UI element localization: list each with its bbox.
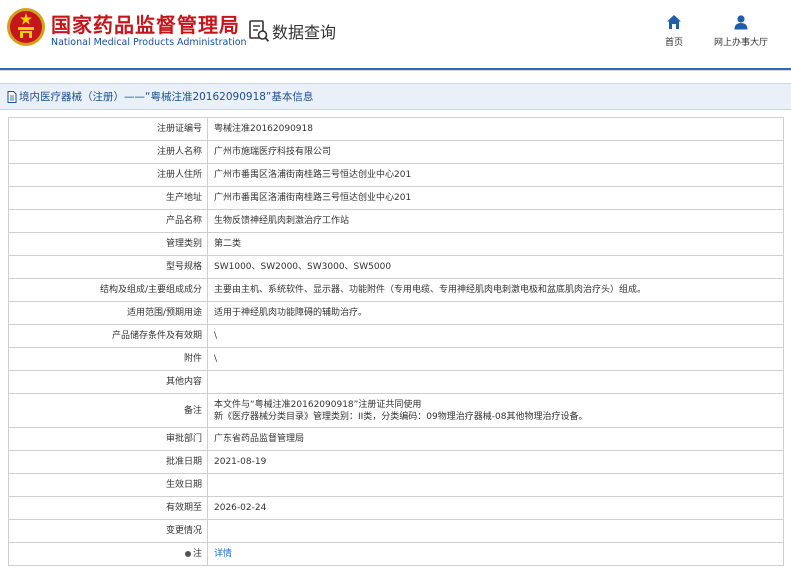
row-value: 第二类 (207, 232, 784, 256)
table-row: 注册证编号 粤械注准20162090918 (8, 117, 784, 141)
row-value: 生物反馈神经肌肉刺激治疗工作站 (207, 209, 784, 233)
pin-icon (184, 550, 191, 557)
table-row: 批准日期 2021-08-19 (8, 450, 784, 474)
site-header: 国家药品监督管理局 National Medical Products Admi… (0, 0, 791, 62)
table-row: 注册人住所 广州市番禺区洛浦街南桂路三号恒达创业中心201 (8, 163, 784, 187)
row-label: 变更情况 (8, 519, 208, 543)
row-label: 生产地址 (8, 186, 208, 210)
note-label-cell: 注 (8, 542, 208, 566)
table-row: 产品名称 生物反馈神经肌肉刺激治疗工作站 (8, 209, 784, 233)
row-label: 型号规格 (8, 255, 208, 279)
row-label: 有效期至 (8, 496, 208, 520)
breadcrumb-text: 境内医疗器械（注册）——“粤械注准20162090918”基本信息 (19, 91, 314, 103)
org-name-cn: 国家药品监督管理局 (51, 13, 240, 37)
table-row: 注 详情 (8, 542, 784, 566)
user-icon (734, 15, 748, 30)
table-row: 其他内容 (8, 370, 784, 394)
row-value: 本文件与“粤械注准20162090918”注册证共同使用 新《医疗器械分类目录》… (207, 393, 784, 428)
table-row: 管理类别 第二类 (8, 232, 784, 256)
row-value: 主要由主机、系统软件、显示器、功能附件（专用电缆、专用神经肌肉电刺激电极和盆底肌… (207, 278, 784, 302)
row-value: 2021-08-19 (207, 450, 784, 474)
row-label: 审批部门 (8, 427, 208, 451)
row-value: 2026-02-24 (207, 496, 784, 520)
row-label: 批准日期 (8, 450, 208, 474)
table-row: 附件 \ (8, 347, 784, 371)
row-label: 注册人名称 (8, 140, 208, 164)
data-query-label: 数据查询 (272, 23, 337, 42)
table-row: 变更情况 (8, 519, 784, 543)
table-row: 型号规格 SW1000、SW2000、SW3000、SW5000 (8, 255, 784, 279)
row-value: 详情 (207, 542, 784, 566)
row-label: 注册人住所 (8, 163, 208, 187)
row-value: 适用于神经肌肉功能障碍的辅助治疗。 (207, 301, 784, 325)
breadcrumb: 境内医疗器械（注册）——“粤械注准20162090918”基本信息 (0, 83, 791, 110)
table-row: 生效日期 (8, 473, 784, 497)
row-label: 附件 (8, 347, 208, 371)
nav-online-hall-label: 网上办事大厅 (713, 38, 768, 48)
row-value: 广州市番禺区洛浦街南桂路三号恒达创业中心201 (207, 186, 784, 210)
row-value: 广东省药品监督管理局 (207, 427, 784, 451)
row-label: 适用范围/预期用途 (8, 301, 208, 325)
registration-info-table: 注册证编号 粤械注准20162090918 注册人名称 广州市施瑞医疗科技有限公… (8, 117, 784, 566)
row-label: 注 (192, 549, 202, 559)
row-value (207, 519, 784, 543)
row-label: 管理类别 (8, 232, 208, 256)
details-link[interactable]: 详情 (214, 549, 232, 559)
table-row: 有效期至 2026-02-24 (8, 496, 784, 520)
home-icon (667, 15, 681, 29)
row-label: 备注 (8, 393, 208, 428)
table-row: 审批部门 广东省药品监督管理局 (8, 427, 784, 451)
row-value: \ (207, 347, 784, 371)
row-label: 产品名称 (8, 209, 208, 233)
document-icon (7, 90, 17, 103)
row-value: 广州市施瑞医疗科技有限公司 (207, 140, 784, 164)
table-row: 结构及组成/主要组成成分 主要由主机、系统软件、显示器、功能附件（专用电缆、专用… (8, 278, 784, 302)
nav-online-hall[interactable]: 网上办事大厅 (701, 14, 781, 48)
table-row: 注册人名称 广州市施瑞医疗科技有限公司 (8, 140, 784, 164)
row-value: 粤械注准20162090918 (207, 117, 784, 141)
row-label: 结构及组成/主要组成成分 (8, 278, 208, 302)
row-value (207, 473, 784, 497)
row-value (207, 370, 784, 394)
data-query-title: 数据查询 (248, 18, 336, 44)
table-row: 产品储存条件及有效期 \ (8, 324, 784, 348)
row-value: 广州市番禺区洛浦街南桂路三号恒达创业中心201 (207, 163, 784, 187)
row-label: 注册证编号 (8, 117, 208, 141)
table-row: 备注 本文件与“粤械注准20162090918”注册证共同使用 新《医疗器械分类… (8, 393, 784, 428)
table-row: 适用范围/预期用途 适用于神经肌肉功能障碍的辅助治疗。 (8, 301, 784, 325)
row-value: SW1000、SW2000、SW3000、SW5000 (207, 255, 784, 279)
row-label: 其他内容 (8, 370, 208, 394)
national-emblem-icon (7, 8, 45, 46)
table-row: 生产地址 广州市番禺区洛浦街南桂路三号恒达创业中心201 (8, 186, 784, 210)
header-divider-shadow (0, 70, 791, 71)
org-name-en: National Medical Products Administration (51, 37, 247, 48)
row-value: \ (207, 324, 784, 348)
row-label: 生效日期 (8, 473, 208, 497)
data-query-icon (249, 20, 270, 42)
row-label: 产品储存条件及有效期 (8, 324, 208, 348)
